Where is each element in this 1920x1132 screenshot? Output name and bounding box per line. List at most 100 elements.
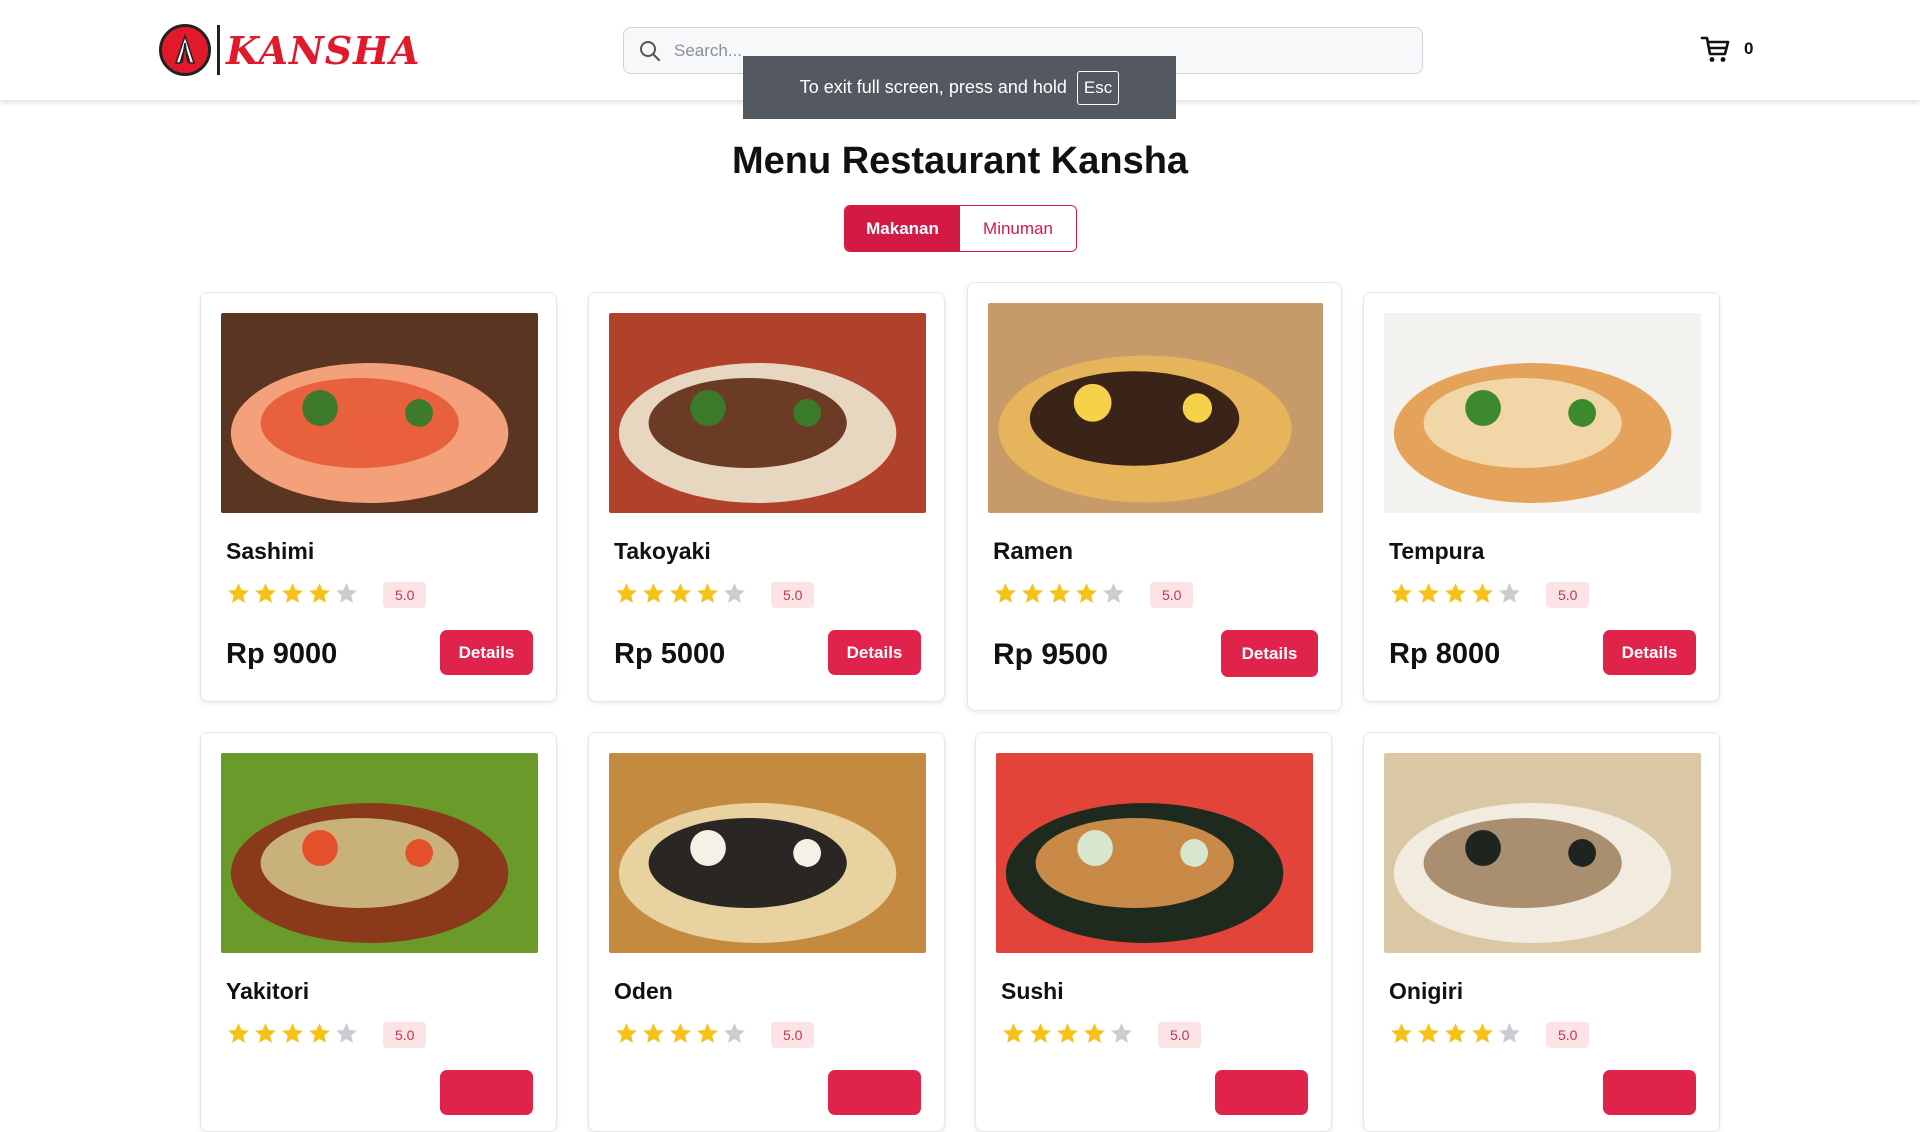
menu-card[interactable]: Sushi 5.0 (975, 732, 1332, 1132)
star-filled-icon (643, 1023, 664, 1043)
category-tabs: Makanan Minuman (844, 205, 1077, 252)
cart-count: 0 (1744, 39, 1754, 58)
star-filled-icon (309, 1023, 330, 1043)
menu-item-image (996, 753, 1313, 953)
fullscreen-notice-key: Esc (1076, 70, 1120, 105)
details-button[interactable]: Details (440, 630, 533, 675)
rating-badge: 5.0 (1546, 582, 1590, 608)
star-rating (226, 1021, 359, 1046)
menu-item-image (1384, 313, 1701, 513)
star-filled-icon (282, 583, 303, 603)
details-button[interactable] (1215, 1070, 1308, 1115)
star-rating (1389, 581, 1522, 606)
rating-badge: 5.0 (771, 582, 815, 608)
rating-badge: 5.0 (1150, 582, 1194, 608)
star-filled-icon (697, 1023, 718, 1043)
menu-item-image (221, 753, 538, 953)
star-filled-icon (1391, 1023, 1412, 1043)
star-empty-icon (336, 583, 357, 603)
star-filled-icon (228, 1023, 249, 1043)
star-rating (614, 1021, 747, 1046)
menu-item-name: Oden (614, 978, 673, 1004)
menu-item-name: Tempura (1389, 538, 1485, 564)
star-filled-icon (1472, 1023, 1493, 1043)
star-filled-icon (1030, 1023, 1051, 1043)
star-empty-icon (1499, 1023, 1520, 1043)
rating-badge: 5.0 (383, 582, 427, 608)
menu-item-image (221, 313, 538, 513)
star-filled-icon (1049, 583, 1070, 603)
menu-item-name: Sashimi (226, 538, 315, 564)
star-empty-icon (724, 583, 745, 603)
brand-wordmark: KANSHA (226, 27, 421, 73)
star-filled-icon (643, 583, 664, 603)
menu-item-image (1384, 753, 1701, 953)
menu-item-name: Sushi (1001, 978, 1064, 1004)
menu-item-name: Takoyaki (614, 538, 711, 564)
star-rating (1389, 1021, 1522, 1046)
star-filled-icon (670, 1023, 691, 1043)
rating-badge: 5.0 (383, 1022, 427, 1048)
rating-badge: 5.0 (771, 1022, 815, 1048)
details-button[interactable]: Details (828, 630, 921, 675)
menu-card[interactable]: Onigiri 5.0 (1363, 732, 1720, 1132)
star-rating (993, 581, 1126, 606)
menu-card[interactable]: Sashimi 5.0 Rp 9000 Details (200, 292, 557, 702)
brand-logo[interactable]: KANSHA (159, 24, 421, 76)
star-filled-icon (1003, 1023, 1024, 1043)
menu-item-price: Rp 9500 (993, 638, 1109, 671)
menu-item-image (609, 313, 926, 513)
star-filled-icon (697, 583, 718, 603)
star-filled-icon (1472, 583, 1493, 603)
menu-item-image (609, 753, 926, 953)
menu-card[interactable]: Takoyaki 5.0 Rp 5000 Details (588, 292, 945, 702)
page-title: Menu Restaurant Kansha (731, 140, 1189, 182)
details-button[interactable] (828, 1070, 921, 1115)
rating-badge: 5.0 (1546, 1022, 1590, 1048)
rating-badge: 5.0 (1158, 1022, 1202, 1048)
star-filled-icon (616, 1023, 637, 1043)
star-filled-icon (995, 583, 1016, 603)
star-empty-icon (336, 1023, 357, 1043)
menu-card[interactable]: Tempura 5.0 Rp 8000 Details (1363, 292, 1720, 702)
search-icon (640, 40, 661, 61)
menu-item-price: Rp 5000 (614, 638, 726, 670)
star-empty-icon (724, 1023, 745, 1043)
logo-divider (217, 25, 220, 75)
menu-card[interactable]: Yakitori 5.0 (200, 732, 557, 1132)
menu-item-image (988, 303, 1323, 513)
fullscreen-exit-notice: To exit full screen, press and hold Esc (743, 56, 1176, 119)
menu-item-name: Ramen (993, 538, 1074, 565)
details-button[interactable]: Details (1221, 630, 1318, 677)
star-filled-icon (1076, 583, 1097, 603)
star-filled-icon (255, 583, 276, 603)
cart-button[interactable]: 0 (1700, 34, 1753, 64)
star-filled-icon (255, 1023, 276, 1043)
menu-item-name: Onigiri (1389, 978, 1464, 1004)
star-filled-icon (1418, 583, 1439, 603)
star-rating (614, 581, 747, 606)
star-filled-icon (1391, 583, 1412, 603)
star-rating (1001, 1021, 1134, 1046)
star-filled-icon (1084, 1023, 1105, 1043)
menu-item-price: Rp 8000 (1389, 638, 1501, 670)
menu-card[interactable]: Ramen 5.0 Rp 9500 Details (967, 282, 1342, 711)
fullscreen-notice-text: To exit full screen, press and hold (799, 77, 1067, 97)
star-filled-icon (282, 1023, 303, 1043)
star-filled-icon (228, 583, 249, 603)
star-filled-icon (1445, 583, 1466, 603)
star-empty-icon (1111, 1023, 1132, 1043)
details-button[interactable] (440, 1070, 533, 1115)
menu-item-price: Rp 9000 (226, 638, 338, 670)
details-button[interactable] (1603, 1070, 1696, 1115)
logo-emblem-icon (159, 24, 211, 76)
star-filled-icon (1057, 1023, 1078, 1043)
star-filled-icon (1418, 1023, 1439, 1043)
tab-minuman[interactable]: Minuman (960, 206, 1076, 251)
menu-card[interactable]: Oden 5.0 (588, 732, 945, 1132)
star-rating (226, 581, 359, 606)
tab-makanan[interactable]: Makanan (845, 206, 960, 251)
details-button[interactable]: Details (1603, 630, 1696, 675)
star-filled-icon (1445, 1023, 1466, 1043)
menu-item-name: Yakitori (226, 978, 310, 1004)
